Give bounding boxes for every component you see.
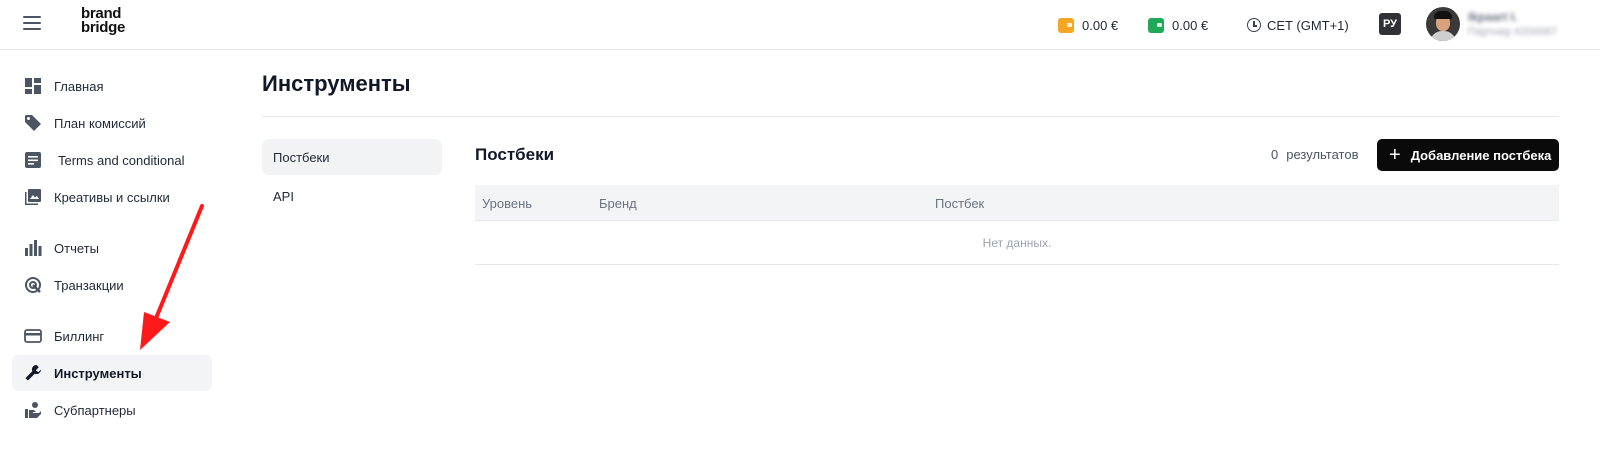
- user-partner-id: Партнер #200087: [1468, 26, 1558, 38]
- top-bar: brand bridge 0.00 € 0.00 € CET (GMT+1) Р…: [0, 0, 1600, 50]
- sidebar-item-label: Главная: [54, 78, 104, 94]
- page-title: Инструменты: [262, 71, 411, 96]
- timezone-selector[interactable]: CET (GMT+1): [1247, 15, 1349, 35]
- sidebar-item-label: Биллинг: [54, 328, 105, 344]
- sidebar: Главная План комиссий Terms and conditio…: [0, 51, 220, 463]
- dashboard-icon: [24, 77, 42, 95]
- column-header-postback[interactable]: Постбек: [935, 196, 984, 211]
- sidebar-item-billing[interactable]: Биллинг: [12, 318, 212, 354]
- sidebar-item-label: Транзакции: [54, 277, 124, 293]
- language-switcher[interactable]: РУ: [1379, 13, 1401, 35]
- document-icon: [24, 151, 42, 169]
- add-postback-button[interactable]: + Добавление постбека: [1377, 139, 1559, 171]
- plus-icon: +: [1389, 144, 1401, 166]
- tag-icon: [24, 114, 42, 132]
- divider: [262, 116, 1559, 117]
- sidebar-item-home[interactable]: Главная: [12, 68, 212, 104]
- add-postback-label: Добавление постбека: [1410, 147, 1552, 163]
- sidebar-item-reports[interactable]: Отчеты: [12, 230, 212, 266]
- sidebar-item-label: Инструменты: [54, 365, 142, 381]
- balance-secondary-value: 0.00 €: [1172, 17, 1209, 33]
- sidebar-item-tools[interactable]: Инструменты: [12, 355, 212, 391]
- sidebar-item-label: Terms and conditional: [58, 152, 185, 168]
- menu-icon[interactable]: [23, 16, 41, 30]
- table-header: Уровень Бренд Постбек: [475, 185, 1559, 221]
- sidebar-item-transactions[interactable]: Транзакции: [12, 267, 212, 303]
- wallet-icon: [1148, 17, 1164, 33]
- subnav-postbacks[interactable]: Постбеки: [262, 139, 442, 175]
- balance-main[interactable]: 0.00 €: [1058, 15, 1118, 35]
- sidebar-item-label: Субпартнеры: [54, 402, 136, 418]
- sidebar-item-terms[interactable]: Terms and conditional: [12, 142, 212, 178]
- wallet-icon: [1058, 17, 1074, 33]
- user-name: Ikpaart I.: [1468, 10, 1518, 24]
- column-header-brand[interactable]: Бренд: [599, 196, 637, 211]
- sidebar-item-label: Креативы и ссылки: [54, 189, 170, 205]
- results-label: результатов: [1286, 147, 1359, 162]
- user-info[interactable]: Ikpaart I. Партнер #200087: [1468, 10, 1557, 38]
- clock-icon: [1247, 18, 1261, 32]
- brand-logo[interactable]: brand bridge: [81, 6, 126, 36]
- sidebar-item-label: План комиссий: [54, 115, 146, 131]
- sidebar-item-label: Отчеты: [54, 240, 99, 256]
- timezone-label: CET (GMT+1): [1267, 17, 1349, 33]
- image-icon: [24, 188, 42, 206]
- results-count: 0 результатов: [1271, 147, 1358, 162]
- transactions-icon: [24, 276, 42, 294]
- avatar[interactable]: [1426, 7, 1460, 41]
- sidebar-item-creatives[interactable]: Креативы и ссылки: [12, 179, 212, 215]
- results-number: 0: [1271, 147, 1279, 162]
- bar-chart-icon: [24, 239, 42, 257]
- credit-card-icon: [24, 327, 42, 345]
- logo-line-2: bridge: [81, 19, 126, 36]
- balance-main-value: 0.00 €: [1082, 17, 1119, 33]
- section-title: Постбеки: [475, 145, 555, 164]
- balance-secondary[interactable]: 0.00 €: [1148, 15, 1208, 35]
- column-header-level[interactable]: Уровень: [482, 196, 532, 211]
- subpartners-icon: [24, 401, 42, 419]
- wrench-icon: [24, 364, 42, 382]
- table-empty-state: Нет данных.: [475, 221, 1559, 265]
- sidebar-item-subpartners[interactable]: Субпартнеры: [12, 392, 212, 428]
- sidebar-item-commission-plan[interactable]: План комиссий: [12, 105, 212, 141]
- subnav-api[interactable]: API: [262, 178, 442, 214]
